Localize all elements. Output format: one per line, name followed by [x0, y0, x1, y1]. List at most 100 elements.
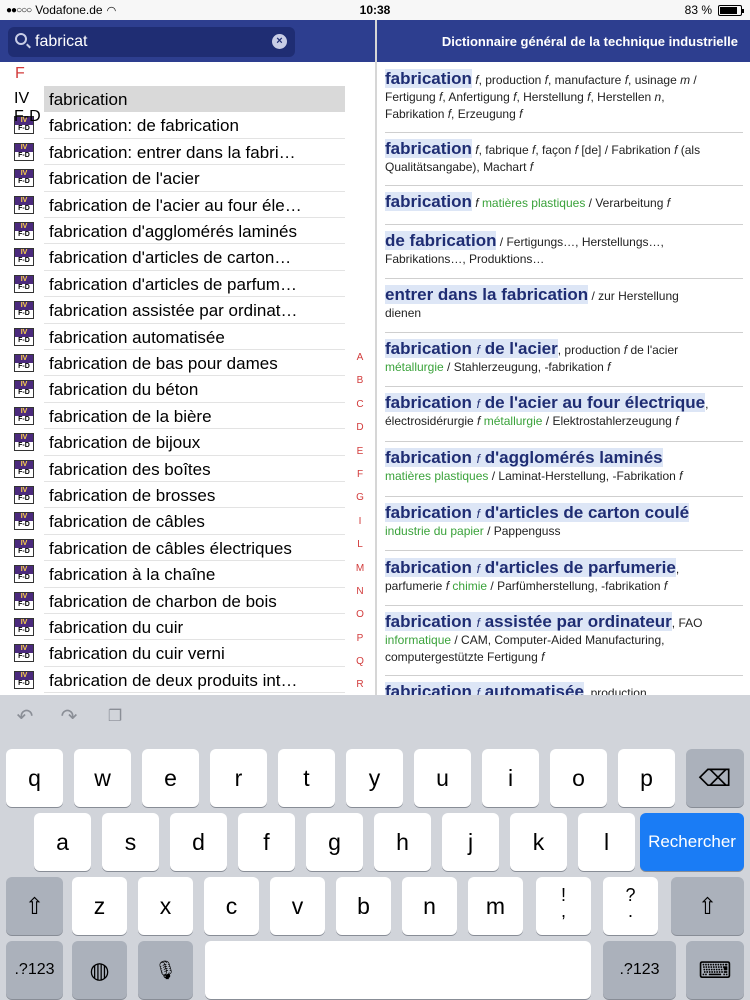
key-t[interactable]: t — [278, 749, 335, 807]
entry-separator — [385, 185, 743, 186]
key-a[interactable]: a — [34, 813, 91, 871]
list-item[interactable]: IV F-D fabrication: de fabrication — [0, 112, 345, 139]
dictionary-entry[interactable]: fabrication f d'agglomérés laminés matièr… — [385, 448, 743, 497]
list-item[interactable]: IV F-D fabrication des boîtes — [0, 456, 345, 482]
list-item[interactable]: IV F-D fabrication de l'acier au four éle… — [0, 192, 345, 218]
index-letter[interactable]: G — [350, 492, 370, 515]
key-y[interactable]: y — [346, 749, 403, 807]
key-z[interactable]: z — [72, 877, 127, 935]
numbers-right-key[interactable]: .?123 — [603, 941, 676, 999]
key-d[interactable]: d — [170, 813, 227, 871]
key-e[interactable]: e — [142, 749, 199, 807]
index-letter[interactable]: I — [350, 516, 370, 539]
entry-line: fabrication f matières plastiques / Vera… — [385, 192, 743, 212]
numbers-key[interactable]: .?123 — [6, 941, 63, 999]
dictionary-entry[interactable]: fabrication f de l'acier, production f d… — [385, 339, 743, 387]
key-p[interactable]: p — [618, 749, 675, 807]
key-s[interactable]: s — [102, 813, 159, 871]
list-item[interactable]: IV F-D fabrication de câbles — [0, 508, 345, 535]
paste-icon[interactable]: ❐ — [102, 707, 128, 727]
search-key[interactable]: Rechercher — [640, 813, 744, 871]
list-item[interactable]: IV F-D fabrication assistée par ordinat… — [0, 297, 345, 324]
index-letter[interactable]: L — [350, 539, 370, 562]
list-item[interactable]: IV F-D fabrication de charbon de bois — [0, 588, 345, 614]
list-item[interactable]: IV F-D fabrication à la chaîne — [0, 561, 345, 588]
key-u[interactable]: u — [414, 749, 471, 807]
list-item[interactable]: IV F-D fabrication automatisée — [0, 324, 345, 350]
space-key[interactable] — [205, 941, 591, 999]
key-c[interactable]: c — [204, 877, 259, 935]
list-item[interactable]: IV F-D fabrication d'articles de carton… — [0, 244, 345, 271]
list-item[interactable]: IV F-D fabrication du cuir — [0, 614, 345, 641]
list-item[interactable]: IV F-D fabrication de la bière — [0, 403, 345, 430]
list-item[interactable]: IV F-D fabrication de brosses — [0, 482, 345, 509]
list-item[interactable]: IV F-D fabrication du cuir verni — [0, 640, 345, 667]
microphone-icon[interactable]: 🎙 — [138, 941, 193, 999]
index-letter[interactable]: O — [350, 609, 370, 632]
list-item[interactable]: IV F-D fabrication de câbles électriques — [0, 535, 345, 562]
dictionary-entry[interactable]: fabrication f d'articles de carton coulé… — [385, 503, 743, 551]
dictionary-entry[interactable]: entrer dans la fabrication / zur Herstel… — [385, 285, 743, 333]
key-q[interactable]: q — [6, 749, 63, 807]
alphabet-index[interactable]: ABCDEFGILMNOPQRST — [350, 352, 370, 695]
index-letter[interactable]: A — [350, 352, 370, 375]
index-letter[interactable]: M — [350, 563, 370, 586]
backspace-icon[interactable]: ⌫ — [686, 749, 744, 807]
keyboard-hide-icon[interactable]: ⌨ — [686, 941, 744, 999]
index-letter[interactable]: N — [350, 586, 370, 609]
index-letter[interactable]: B — [350, 375, 370, 398]
badge-langs: F-D — [18, 125, 30, 133]
list-item[interactable]: IV F-D fabrication de l'acier — [0, 165, 345, 192]
search-bar[interactable]: × — [8, 27, 295, 57]
index-letter[interactable]: F — [350, 469, 370, 492]
index-letter[interactable]: C — [350, 399, 370, 422]
key-n[interactable]: n — [402, 877, 457, 935]
key-m[interactable]: m — [468, 877, 523, 935]
index-letter[interactable]: P — [350, 633, 370, 656]
index-letter[interactable]: E — [350, 446, 370, 469]
dictionary-entry[interactable]: fabrication f assistée par ordinateur, F… — [385, 612, 743, 676]
key-v[interactable]: v — [270, 877, 325, 935]
key-r[interactable]: r — [210, 749, 267, 807]
dictionary-entry[interactable]: fabrication f automatisée, production — [385, 682, 743, 695]
key-g[interactable]: g — [306, 813, 363, 871]
globe-icon[interactable]: ◍ — [72, 941, 127, 999]
key-f[interactable]: f — [238, 813, 295, 871]
question-period-key[interactable]: ?. — [603, 877, 658, 935]
key-x[interactable]: x — [138, 877, 193, 935]
key-j[interactable]: j — [442, 813, 499, 871]
undo-icon[interactable]: ↶ — [12, 707, 38, 727]
dictionary-entry[interactable]: fabrication f, production f, manufacture… — [385, 69, 743, 133]
translation: , production — [583, 686, 647, 695]
search-input[interactable] — [35, 31, 270, 53]
exclam-comma-key[interactable]: !, — [536, 877, 591, 935]
gender-marker: f — [519, 107, 523, 121]
index-letter[interactable]: Q — [350, 656, 370, 679]
list-item[interactable]: IV F-D fabrication du béton — [0, 376, 345, 403]
key-o[interactable]: o — [550, 749, 607, 807]
index-letter[interactable]: D — [350, 422, 370, 445]
shift-right-key[interactable]: ⇧ — [671, 877, 744, 935]
dictionary-entry[interactable]: fabrication f matières plastiques / Vera… — [385, 192, 743, 225]
dictionary-entry[interactable]: fabrication f, fabrique f, façon f [de] … — [385, 139, 743, 186]
list-item[interactable]: IV F-D fabrication: entrer dans la fabri… — [0, 139, 345, 166]
key-i[interactable]: i — [482, 749, 539, 807]
index-letter[interactable]: R — [350, 679, 370, 695]
shift-left-key[interactable]: ⇧ — [6, 877, 63, 935]
dictionary-entry[interactable]: fabrication f de l'acier au four électri… — [385, 393, 743, 442]
key-h[interactable]: h — [374, 813, 431, 871]
list-item[interactable]: IV F-D fabrication de bijoux — [0, 429, 345, 456]
key-l[interactable]: l — [578, 813, 635, 871]
key-b[interactable]: b — [336, 877, 391, 935]
dictionary-entry[interactable]: de fabrication / Fertigungs…, Herstellun… — [385, 231, 743, 279]
redo-icon[interactable]: ↷ — [56, 707, 82, 727]
list-item[interactable]: fabrication — [44, 86, 345, 113]
list-item[interactable]: IV F-D fabrication de bas pour dames — [0, 350, 345, 377]
list-item[interactable]: IV F-D fabrication de deux produits int… — [0, 667, 345, 694]
clear-search-icon[interactable]: × — [272, 34, 287, 49]
list-item[interactable]: IV F-D fabrication d'agglomérés laminés — [0, 218, 345, 245]
dictionary-entry[interactable]: fabrication f d'articles de parfumerie, p… — [385, 558, 743, 606]
list-item[interactable]: IV F-D fabrication d'articles de parfum… — [0, 271, 345, 298]
key-w[interactable]: w — [74, 749, 131, 807]
key-k[interactable]: k — [510, 813, 567, 871]
